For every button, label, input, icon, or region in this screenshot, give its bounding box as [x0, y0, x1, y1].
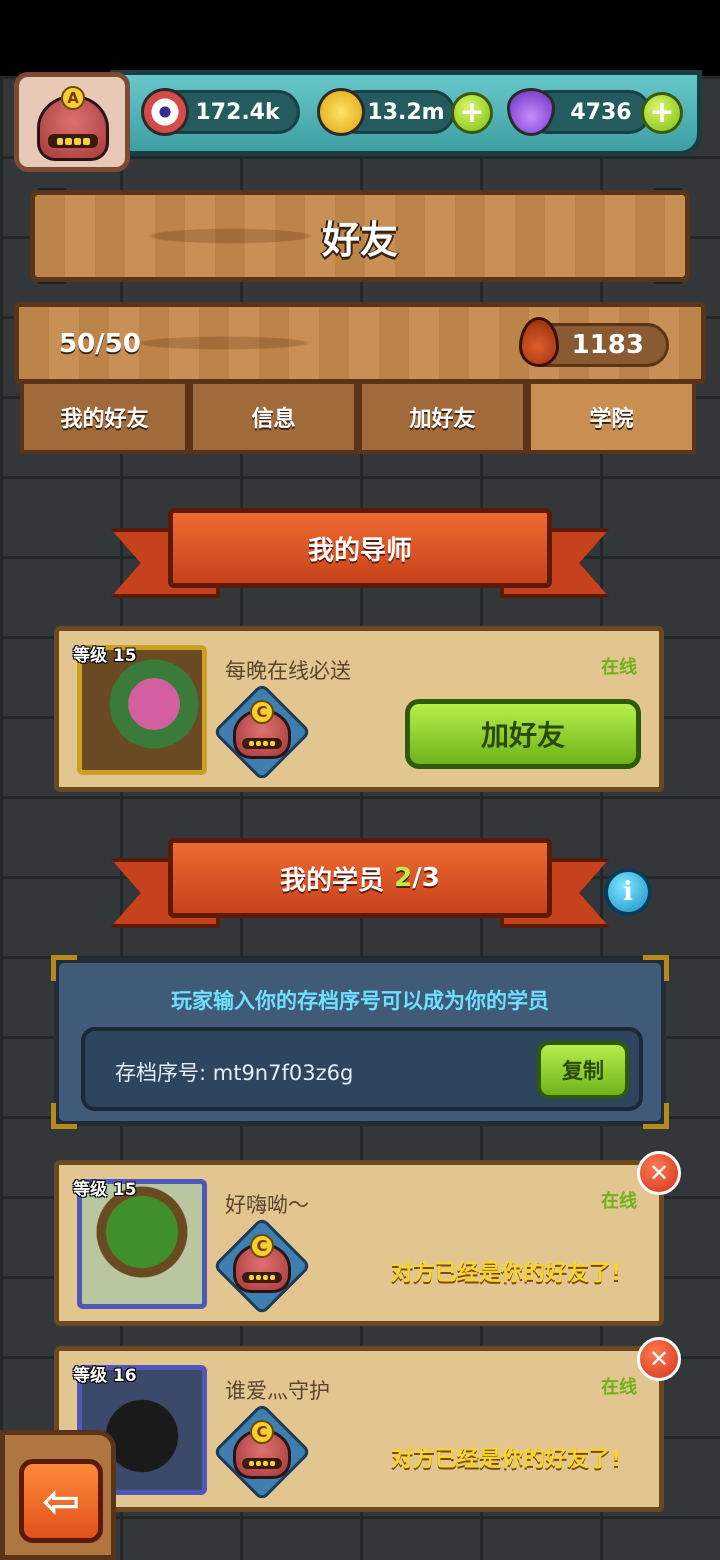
already-friend-note: 对方已经是你的好友了! — [390, 1447, 621, 1472]
student-monster-icon: C — [233, 1234, 291, 1293]
remove-student-button[interactable]: ✕ — [637, 1151, 681, 1195]
add-coins-button[interactable]: + — [451, 92, 493, 134]
mentor-card: 等级 15 每晚在线必送 在线 C 加好友 — [54, 626, 664, 792]
mentor-online-status: 在线 — [601, 657, 637, 678]
student-message: 谁爱灬守护 — [225, 1379, 330, 1403]
student-rank-badge: C — [250, 1420, 274, 1444]
student-level: 等级 16 — [73, 1366, 137, 1386]
eyes-value: 172.4k — [195, 99, 280, 125]
mentor-ribbon: 我的导师 — [110, 506, 610, 606]
student-card: 等级 16 谁爱灬守护 在线 C 对方已经是你的好友了! ✕ — [54, 1337, 681, 1512]
student-level: 等级 15 — [73, 1180, 137, 1200]
potions-value: 4736 — [570, 99, 632, 125]
save-code-label: 存档序号: mt9n7f03z6g — [115, 1061, 354, 1085]
students-section-title: 我的学员 — [280, 865, 385, 896]
student-message: 好嗨呦～ — [225, 1193, 309, 1217]
mentor-level: 等级 15 — [73, 646, 137, 666]
students-count-total: /3 — [412, 863, 440, 893]
back-arrow-icon[interactable]: ⇦ — [19, 1459, 103, 1543]
tab-messages[interactable]: 信息 — [189, 384, 358, 454]
mentor-message: 每晚在线必送 — [225, 659, 351, 683]
info-icon[interactable]: i — [604, 868, 652, 916]
student-rank-badge: C — [250, 1234, 274, 1258]
coin-icon — [317, 88, 365, 136]
tab-my-friends[interactable]: 我的好友 — [20, 384, 189, 454]
title-board: 好友 — [30, 190, 690, 282]
students-ribbon: 我的学员 2/3 — [110, 836, 610, 936]
already-friend-note: 对方已经是你的好友了! — [390, 1261, 621, 1286]
save-code-box: 存档序号: mt9n7f03z6g 复制 — [81, 1027, 643, 1111]
mentor-section-title: 我的导师 — [307, 535, 412, 566]
copy-button[interactable]: 复制 — [537, 1041, 629, 1099]
back-button-frame: ⇦ — [0, 1430, 116, 1560]
coins-value: 13.2m — [367, 99, 445, 125]
player-monster-icon: A — [37, 86, 109, 161]
system-status-bar — [0, 0, 720, 76]
friend-count: 50/50 — [59, 329, 141, 359]
eyeball-icon — [141, 88, 189, 136]
add-friend-button[interactable]: 加好友 — [405, 699, 641, 769]
tab-add-friend[interactable]: 加好友 — [358, 384, 527, 454]
student-card: 等级 15 好嗨呦～ 在线 C 对方已经是你的好友了! ✕ — [54, 1151, 681, 1326]
mentor-rank-badge: C — [250, 700, 274, 724]
tab-bar: 我的好友 信息 加好友 学院 — [20, 384, 696, 454]
drops-value: 1183 — [571, 330, 644, 360]
rank-badge: A — [61, 86, 85, 110]
remove-student-button[interactable]: ✕ — [637, 1337, 681, 1381]
students-count-current: 2 — [394, 863, 413, 893]
student-monster-icon: C — [233, 1420, 291, 1479]
save-code-hint: 玩家输入你的存档序号可以成为你的学员 — [171, 989, 549, 1013]
save-code-panel: 玩家输入你的存档序号可以成为你的学员 存档序号: mt9n7f03z6g 复制 — [51, 955, 669, 1129]
mentor-monster-icon: C — [233, 700, 291, 759]
student-online-status: 在线 — [601, 1191, 637, 1212]
stone-wall-background — [0, 76, 720, 1560]
student-online-status: 在线 — [601, 1377, 637, 1398]
add-potions-button[interactable]: + — [641, 92, 683, 134]
tab-academy[interactable]: 学院 — [527, 384, 696, 454]
player-avatar[interactable]: A — [14, 72, 130, 172]
resource-bar: 172.4k 13.2m + 4736 + — [110, 70, 702, 156]
friend-info-board: 50/50 1183 — [14, 302, 706, 384]
page-title: 好友 — [321, 217, 398, 262]
